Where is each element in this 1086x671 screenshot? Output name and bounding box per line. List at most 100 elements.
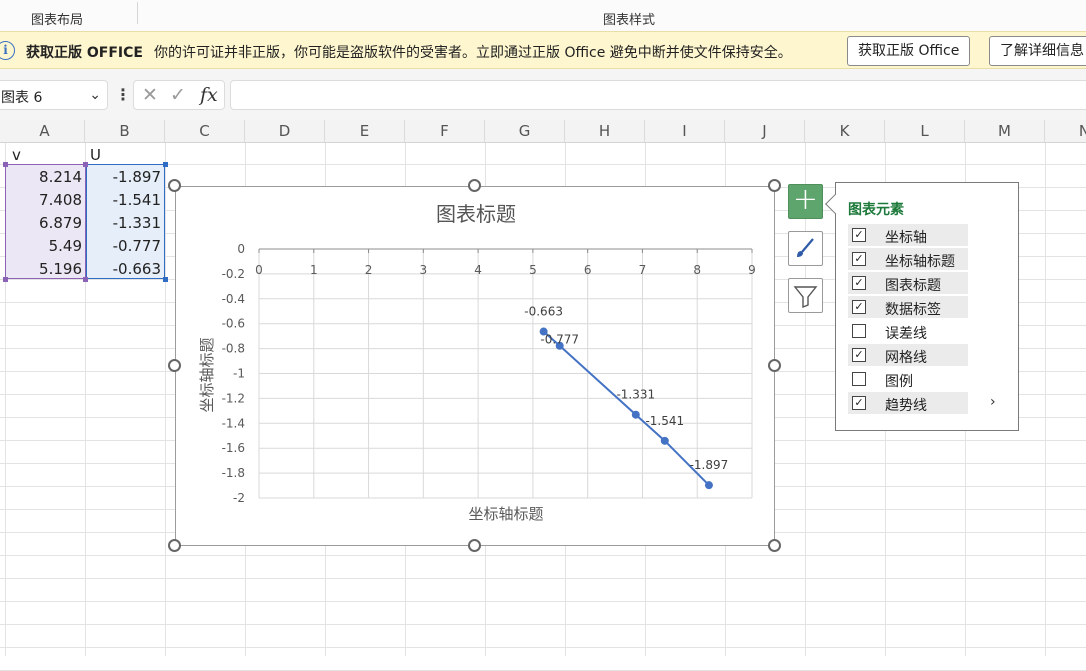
resize-handle[interactable] xyxy=(768,539,781,552)
column-header-c[interactable]: C xyxy=(165,120,245,143)
cell-u[interactable]: -0.663 xyxy=(86,260,161,278)
y-tick-label: -2 xyxy=(233,491,245,505)
column-headers: ABCDEFGHIJKLMN xyxy=(0,120,1086,143)
learn-more-button[interactable]: 了解详细信息 xyxy=(989,36,1086,66)
license-warning-bar: i 获取正版 OFFICE 你的许可证并非正版，你可能是盗版软件的受害者。立即通… xyxy=(0,31,1086,69)
resize-handle[interactable] xyxy=(468,179,481,192)
chart-element-item[interactable]: ✓ 趋势线 xyxy=(848,392,968,414)
column-gridline xyxy=(805,143,806,656)
column-header-n[interactable]: N xyxy=(1045,120,1086,143)
column-header-d[interactable]: D xyxy=(245,120,325,143)
y-tick-label: -0.6 xyxy=(222,317,245,331)
name-box-value: 图表 6 xyxy=(1,90,43,106)
chart-element-item[interactable]: ✓ 网格线 xyxy=(848,344,968,366)
get-genuine-office-button[interactable]: 获取正版 Office xyxy=(847,36,971,66)
resize-handle[interactable] xyxy=(168,179,181,192)
checkbox-checked-icon[interactable]: ✓ xyxy=(852,348,866,362)
formula-buttons: ✕ ✓ fx xyxy=(133,80,225,110)
column-header-e[interactable]: E xyxy=(325,120,405,143)
column-header-h[interactable]: H xyxy=(565,120,645,143)
insert-function-icon[interactable]: fx xyxy=(200,84,218,106)
y-tick-label: -1.8 xyxy=(222,466,245,480)
checkbox-checked-icon[interactable]: ✓ xyxy=(852,228,866,242)
cell-u[interactable]: -1.897 xyxy=(86,168,161,186)
column-header-l[interactable]: L xyxy=(885,120,965,143)
checkbox-checked-icon[interactable]: ✓ xyxy=(852,276,866,290)
chart-element-item[interactable]: 图例 xyxy=(848,368,968,390)
y-tick-label: -1 xyxy=(233,367,245,381)
resize-handle[interactable] xyxy=(768,359,781,372)
resize-handle[interactable] xyxy=(468,539,481,552)
column-header-g[interactable]: G xyxy=(485,120,565,143)
y-tick-label: -1.2 xyxy=(222,391,245,405)
ribbon-group-labels: 图表布局 图表样式 xyxy=(0,0,1086,31)
plus-icon: + xyxy=(792,182,819,217)
column-header-k[interactable]: K xyxy=(805,120,885,143)
x-tick-label: 5 xyxy=(529,263,537,277)
column-header-i[interactable]: I xyxy=(645,120,725,143)
x-tick-label: 8 xyxy=(693,263,701,277)
row-gridline xyxy=(0,555,1086,556)
chevron-down-icon[interactable]: ⌄ xyxy=(89,87,101,103)
cancel-icon[interactable]: ✕ xyxy=(142,84,158,106)
checkbox-checked-icon[interactable]: ✓ xyxy=(852,396,866,410)
x-tick-label: 2 xyxy=(365,263,373,277)
chart-element-label: 图表标题 xyxy=(885,278,941,294)
data-label: -0.663 xyxy=(524,305,563,319)
column-header-b[interactable]: B xyxy=(85,120,165,143)
chart-element-item[interactable]: ✓ 坐标轴 xyxy=(848,224,968,246)
panel-title: 图表元素 xyxy=(848,202,904,218)
row-gridline xyxy=(0,578,1086,579)
cell-v[interactable]: 6.879 xyxy=(5,214,82,232)
ribbon-group-chart-styles: 图表样式 xyxy=(603,13,656,28)
formula-input[interactable] xyxy=(230,80,1086,110)
cell-v[interactable]: 5.49 xyxy=(5,237,82,255)
header-cell-u[interactable]: U xyxy=(90,146,101,164)
chevron-right-icon[interactable]: › xyxy=(990,394,996,410)
x-tick-label: 7 xyxy=(639,263,647,277)
x-axis-title: 坐标轴标题 xyxy=(468,505,543,523)
brush-icon xyxy=(797,238,814,257)
chart-element-item[interactable]: ✓ 坐标轴标题 xyxy=(848,248,968,270)
enter-icon[interactable]: ✓ xyxy=(170,84,186,106)
resize-handle[interactable] xyxy=(168,539,181,552)
checkbox-checked-icon[interactable]: ✓ xyxy=(852,252,866,266)
chart-object[interactable]: 图表标题 0 -0.2 -0.4 -0.6 -0.8 -1 -1.2 -1.4 -1.6 -1.8 -… xyxy=(175,186,775,546)
data-point xyxy=(660,436,669,445)
selection-handle xyxy=(83,277,88,282)
cell-v[interactable]: 7.408 xyxy=(5,191,82,209)
ribbon-divider xyxy=(137,2,138,24)
x-tick-label: 1 xyxy=(310,263,318,277)
chart-styles-button[interactable] xyxy=(788,231,823,266)
resize-handle[interactable] xyxy=(768,179,781,192)
data-point xyxy=(631,410,640,419)
name-box[interactable]: 图表 6 ⌄ xyxy=(0,80,108,110)
checkbox-unchecked-icon[interactable] xyxy=(852,372,866,386)
cell-u[interactable]: -1.541 xyxy=(86,191,161,209)
selection-handle xyxy=(83,162,88,167)
header-cell-v[interactable]: v xyxy=(12,146,21,164)
resize-handle[interactable] xyxy=(168,359,181,372)
cell-v[interactable]: 5.196 xyxy=(5,260,82,278)
chart-element-label: 网格线 xyxy=(885,350,927,366)
column-header-f[interactable]: F xyxy=(405,120,485,143)
selection-handle xyxy=(163,277,168,282)
chart-filters-button[interactable] xyxy=(788,278,823,313)
chart-element-item[interactable]: ✓ 图表标题 xyxy=(848,272,968,294)
data-label: -1.331 xyxy=(616,388,655,402)
checkbox-unchecked-icon[interactable] xyxy=(852,324,866,338)
column-header-m[interactable]: M xyxy=(965,120,1045,143)
filter-icon xyxy=(793,286,818,309)
checkbox-checked-icon[interactable]: ✓ xyxy=(852,300,866,314)
column-header-a[interactable]: A xyxy=(5,120,85,143)
cell-u[interactable]: -0.777 xyxy=(86,237,161,255)
x-tick-label: 0 xyxy=(255,263,263,277)
chart-element-item[interactable]: 误差线 xyxy=(848,320,968,342)
more-options-icon[interactable]: ⋮ xyxy=(115,85,131,104)
column-header-j[interactable]: J xyxy=(725,120,805,143)
chart-element-item[interactable]: ✓ 数据标签 xyxy=(848,296,968,318)
chart-elements-button[interactable]: + xyxy=(788,184,823,219)
selection-handle xyxy=(3,277,8,282)
cell-v[interactable]: 8.214 xyxy=(5,168,82,186)
cell-u[interactable]: -1.331 xyxy=(86,214,161,232)
